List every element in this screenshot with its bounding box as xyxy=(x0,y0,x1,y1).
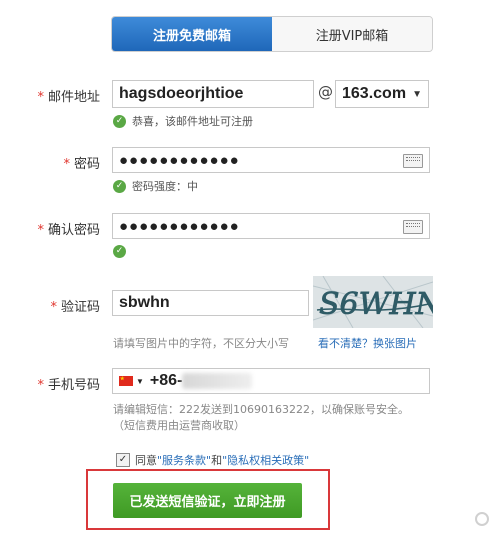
agreement-row: ✓ 同意 "服务条款" 和 "隐私权相关政策" xyxy=(116,452,309,468)
domain-select[interactable]: 163.com ▼ xyxy=(335,80,429,108)
phone-input[interactable]: ▼ +86- xyxy=(112,368,430,394)
required-star: * xyxy=(37,378,44,393)
required-star: * xyxy=(37,90,44,105)
email-hint: ✓ 恭喜，该邮件地址可注册 xyxy=(113,113,253,129)
captcha-label: * 验证码 xyxy=(50,300,100,315)
sms-fee-hint: （短信费用由运营商收取） xyxy=(113,419,245,432)
required-star: * xyxy=(50,300,57,315)
china-flag-icon[interactable] xyxy=(119,376,133,386)
keyboard-icon[interactable] xyxy=(403,220,423,234)
dropdown-arrow-icon: ▼ xyxy=(412,88,422,100)
agree-and: 和 xyxy=(211,454,223,467)
watermark-logo xyxy=(475,512,492,526)
privacy-link[interactable]: "隐私权相关政策" xyxy=(222,452,309,468)
green-check-icon: ✓ xyxy=(113,114,126,128)
at-sign: @ xyxy=(318,83,333,101)
phone-label: * 手机号码 xyxy=(37,378,100,393)
agree-text: 同意 xyxy=(135,454,157,467)
terms-link[interactable]: "服务条款" xyxy=(157,452,211,468)
password-label: * 密码 xyxy=(63,157,100,172)
sms-hint: 请编辑短信：222发送到10690163222，以确保账号安全。 xyxy=(113,403,409,416)
email-input[interactable]: hagsdoeorjhtioe xyxy=(112,80,314,108)
confirm-dots: ●●●●●●●●●●●● xyxy=(119,217,240,235)
domain-value: 163.com xyxy=(342,85,407,102)
country-code: +86- xyxy=(149,372,183,389)
confirm-password-input[interactable]: ●●●●●●●●●●●● xyxy=(112,213,430,239)
email-label: * 邮件地址 xyxy=(37,90,100,105)
register-button[interactable]: 已发送短信验证，立即注册 xyxy=(113,483,302,518)
country-dropdown-arrow-icon[interactable]: ▼ xyxy=(136,377,144,386)
tab-free-mailbox[interactable]: 注册免费邮箱 xyxy=(112,17,272,51)
confirm-password-label: * 确认密码 xyxy=(37,223,100,238)
captcha-image[interactable]: S6WHN xyxy=(313,276,433,328)
blurred-phone-number xyxy=(182,373,253,389)
confirm-ok: ✓ xyxy=(113,245,132,258)
password-dots: ●●●●●●●●●●●● xyxy=(119,151,240,169)
signup-tabs: 注册免费邮箱 注册VIP邮箱 xyxy=(111,16,433,52)
refresh-captcha-link[interactable]: 看不清楚？换张图片 xyxy=(318,335,417,351)
agree-checkbox[interactable]: ✓ xyxy=(116,453,130,467)
green-check-icon: ✓ xyxy=(113,245,126,258)
required-star: * xyxy=(63,157,70,172)
watermark-icon xyxy=(475,512,489,526)
green-check-icon: ✓ xyxy=(113,179,126,193)
captcha-hint: 请填写图片中的字符，不区分大小写 xyxy=(113,337,289,350)
password-input[interactable]: ●●●●●●●●●●●● xyxy=(112,147,430,173)
keyboard-icon[interactable] xyxy=(403,154,423,168)
required-star: * xyxy=(37,223,44,238)
captcha-text: S6WHN xyxy=(319,287,433,322)
tab-vip-mailbox[interactable]: 注册VIP邮箱 xyxy=(272,17,432,51)
password-strength: ✓ 密码强度：中 xyxy=(113,178,198,194)
captcha-input[interactable]: sbwhn xyxy=(112,290,309,316)
